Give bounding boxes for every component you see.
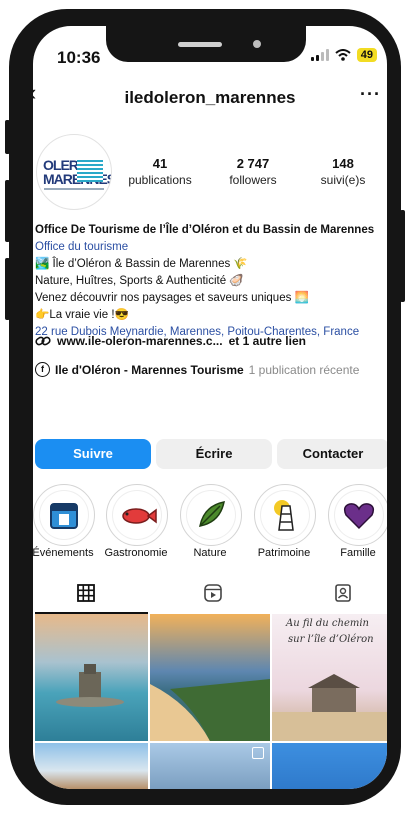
bio-line: Nature, Huîtres, Sports & Authenticité 🦪	[35, 275, 244, 287]
calendar-icon	[50, 503, 78, 529]
post-thumbnail[interactable]	[150, 614, 270, 741]
tile-caption: Au fil du chemin	[286, 618, 369, 629]
highlight-gastronomy[interactable]	[106, 484, 168, 546]
facebook-page-link[interactable]: f Ile d'Oléron - Marennes Tourisme 1 pub…	[35, 362, 359, 377]
notch	[106, 26, 306, 62]
following-count: 148	[332, 156, 354, 171]
profile-name: Office De Tourisme de l’Île d’Oléron et …	[35, 224, 375, 236]
follow-button[interactable]: Suivre	[35, 439, 151, 469]
posts-label: publications	[128, 173, 192, 187]
leaf-icon	[199, 501, 225, 527]
fort-image	[56, 664, 124, 707]
reels-tab-icon[interactable]	[203, 584, 223, 602]
link-icon	[35, 336, 51, 346]
tagged-tab-icon[interactable]	[333, 584, 353, 602]
post-thumbnail[interactable]	[272, 743, 387, 789]
extra-links: et 1 autre lien	[228, 334, 306, 348]
status-icons: 49	[310, 48, 377, 62]
battery-icon: 49	[356, 48, 377, 62]
status-time: 10:36	[57, 48, 101, 67]
facebook-page-name: Ile d'Oléron - Marennes Tourisme	[55, 362, 244, 377]
highlight-label: Événements	[33, 547, 94, 559]
highlight-heritage[interactable]	[254, 484, 316, 546]
grid-tab-icon[interactable]	[76, 584, 96, 602]
message-button[interactable]: Écrire	[156, 439, 272, 469]
highlight-family[interactable]	[328, 484, 387, 546]
facebook-icon: f	[35, 362, 50, 377]
followers-label: followers	[229, 173, 277, 187]
more-options-icon[interactable]: ···	[360, 84, 381, 105]
bio-line: 👉La vraie vie !😎	[35, 309, 129, 321]
followers-stat[interactable]: 2 747 followers	[213, 156, 293, 187]
logo-waves-icon	[77, 160, 103, 182]
highlight-nature[interactable]	[180, 484, 242, 546]
following-label: suivi(e)s	[320, 173, 366, 187]
screen: 10:36 49 ‹ iledoleron_marennes ··· OLERO…	[33, 26, 387, 789]
wifi-icon	[335, 49, 351, 61]
tile-caption: sur l’île d’Oléron	[288, 634, 374, 645]
signal-icon	[310, 49, 329, 61]
website-url: www.ile-oleron-marennes.c...	[57, 334, 223, 348]
fish-icon	[122, 508, 157, 524]
heart-icon	[343, 503, 375, 530]
post-thumbnail[interactable]	[35, 743, 148, 789]
highlight-label: Famille	[340, 547, 376, 559]
lighthouse-icon	[274, 500, 294, 531]
bio-line: Venez découvrir nos paysages et saveurs …	[35, 292, 309, 304]
bio-line: 🏞️ Île d’Oléron & Bassin de Marennes 🌾	[35, 258, 248, 270]
beach-image	[150, 679, 270, 741]
highlight-label: Nature	[193, 547, 227, 559]
profile-category: Office du tourisme	[35, 241, 129, 253]
contact-button[interactable]: Contacter	[277, 439, 387, 469]
post-thumbnail[interactable]	[150, 743, 270, 789]
facebook-recent: 1 publication récente	[248, 362, 360, 377]
highlight-label: Gastronomie	[104, 547, 168, 559]
highlight-events[interactable]	[33, 484, 95, 546]
posts-stat[interactable]: 41 publications	[120, 156, 200, 187]
posts-count: 41	[152, 156, 168, 171]
logo-tagline	[44, 188, 104, 190]
front-camera	[253, 40, 261, 48]
post-thumbnail[interactable]: Au fil du chemin sur l’île d’Oléron	[272, 614, 387, 741]
highlight-label: Patrimoine	[257, 547, 311, 559]
post-thumbnail[interactable]	[35, 614, 148, 741]
bio: Office De Tourisme de l’Île d’Oléron et …	[35, 222, 387, 341]
followers-count: 2 747	[236, 156, 270, 171]
profile-username: iledoleron_marennes	[124, 88, 296, 107]
following-stat[interactable]: 148 suivi(e)s	[303, 156, 383, 187]
website-link[interactable]: www.ile-oleron-marennes.c... et 1 autre …	[35, 334, 306, 348]
carousel-icon	[252, 747, 264, 759]
speaker-grille	[178, 42, 222, 47]
avatar[interactable]: OLERON MARENNES	[36, 134, 112, 210]
